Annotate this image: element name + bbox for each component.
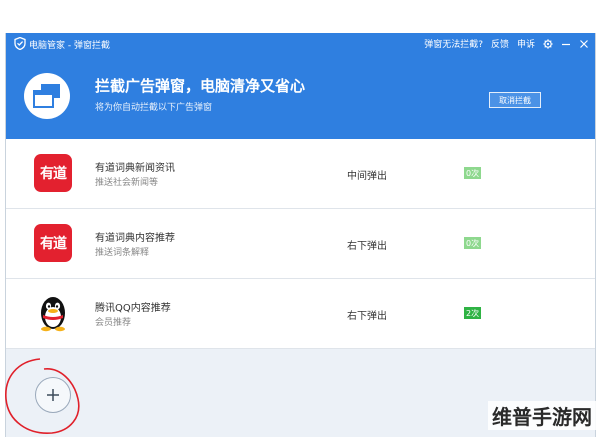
list-item[interactable]: 有道 有道词典新闻资讯 推送社会新闻等 中间弹出 0次 xyxy=(6,139,595,209)
settings-gear-icon[interactable] xyxy=(543,38,553,49)
plus-icon xyxy=(47,389,59,401)
list-item[interactable]: 有道 有道词典内容推荐 推送词条解释 右下弹出 0次 xyxy=(6,209,595,279)
popup-name: 腾讯QQ内容推荐 xyxy=(95,303,171,314)
block-count-badge: 0次 xyxy=(464,167,482,179)
youdao-logo-icon: 有道 xyxy=(34,154,72,192)
qq-penguin-icon xyxy=(34,294,72,332)
add-popup-button[interactable] xyxy=(35,377,71,413)
popup-name: 有道词典内容推荐 xyxy=(95,233,175,244)
popup-block-window: 电脑管家 - 弹窗拦截 弹窗无法拦截? 反馈 申诉 拦截广告弹窗，电脑清净又省心… xyxy=(5,33,596,437)
popup-description: 推送社会新闻等 xyxy=(95,178,159,188)
popup-name: 有道词典新闻资讯 xyxy=(95,163,175,174)
close-icon[interactable] xyxy=(579,39,589,49)
minimize-icon[interactable] xyxy=(561,39,571,49)
cannot-block-link[interactable]: 弹窗无法拦截? xyxy=(424,37,483,50)
blocked-popup-list: 有道 有道词典新闻资讯 推送社会新闻等 中间弹出 0次 有道 有道词典内容推荐 … xyxy=(6,139,595,349)
titlebar-actions: 弹窗无法拦截? 反馈 申诉 xyxy=(424,37,589,50)
titlebar: 电脑管家 - 弹窗拦截 弹窗无法拦截? 反馈 申诉 xyxy=(6,33,595,55)
header-title: 拦截广告弹窗，电脑清净又省心 xyxy=(95,77,306,95)
list-item[interactable]: 腾讯QQ内容推荐 会员推荐 右下弹出 2次 xyxy=(6,279,595,349)
appeal-link[interactable]: 申诉 xyxy=(517,37,535,50)
popup-position: 右下弹出 xyxy=(347,311,387,322)
site-watermark: 维普手游网 xyxy=(488,401,596,430)
popup-description: 推送词条解释 xyxy=(95,248,150,258)
popup-description: 会员推荐 xyxy=(95,318,132,328)
popup-windows-icon xyxy=(24,73,70,119)
block-count-badge: 0次 xyxy=(464,237,482,249)
youdao-logo-icon: 有道 xyxy=(34,224,72,262)
popup-position: 右下弹出 xyxy=(347,241,387,252)
window-title: 电脑管家 - 弹窗拦截 xyxy=(29,41,110,51)
header-subtitle: 将为你自动拦截以下广告弹窗 xyxy=(95,103,213,113)
popup-position: 中间弹出 xyxy=(347,171,387,182)
block-count-badge: 2次 xyxy=(464,307,482,319)
cancel-block-button[interactable]: 取消拦截 xyxy=(489,92,541,108)
header-banner: 电脑管家 - 弹窗拦截 弹窗无法拦截? 反馈 申诉 拦截广告弹窗，电脑清净又省心… xyxy=(6,33,595,139)
shield-logo-icon xyxy=(14,37,26,50)
feedback-link[interactable]: 反馈 xyxy=(491,37,509,50)
